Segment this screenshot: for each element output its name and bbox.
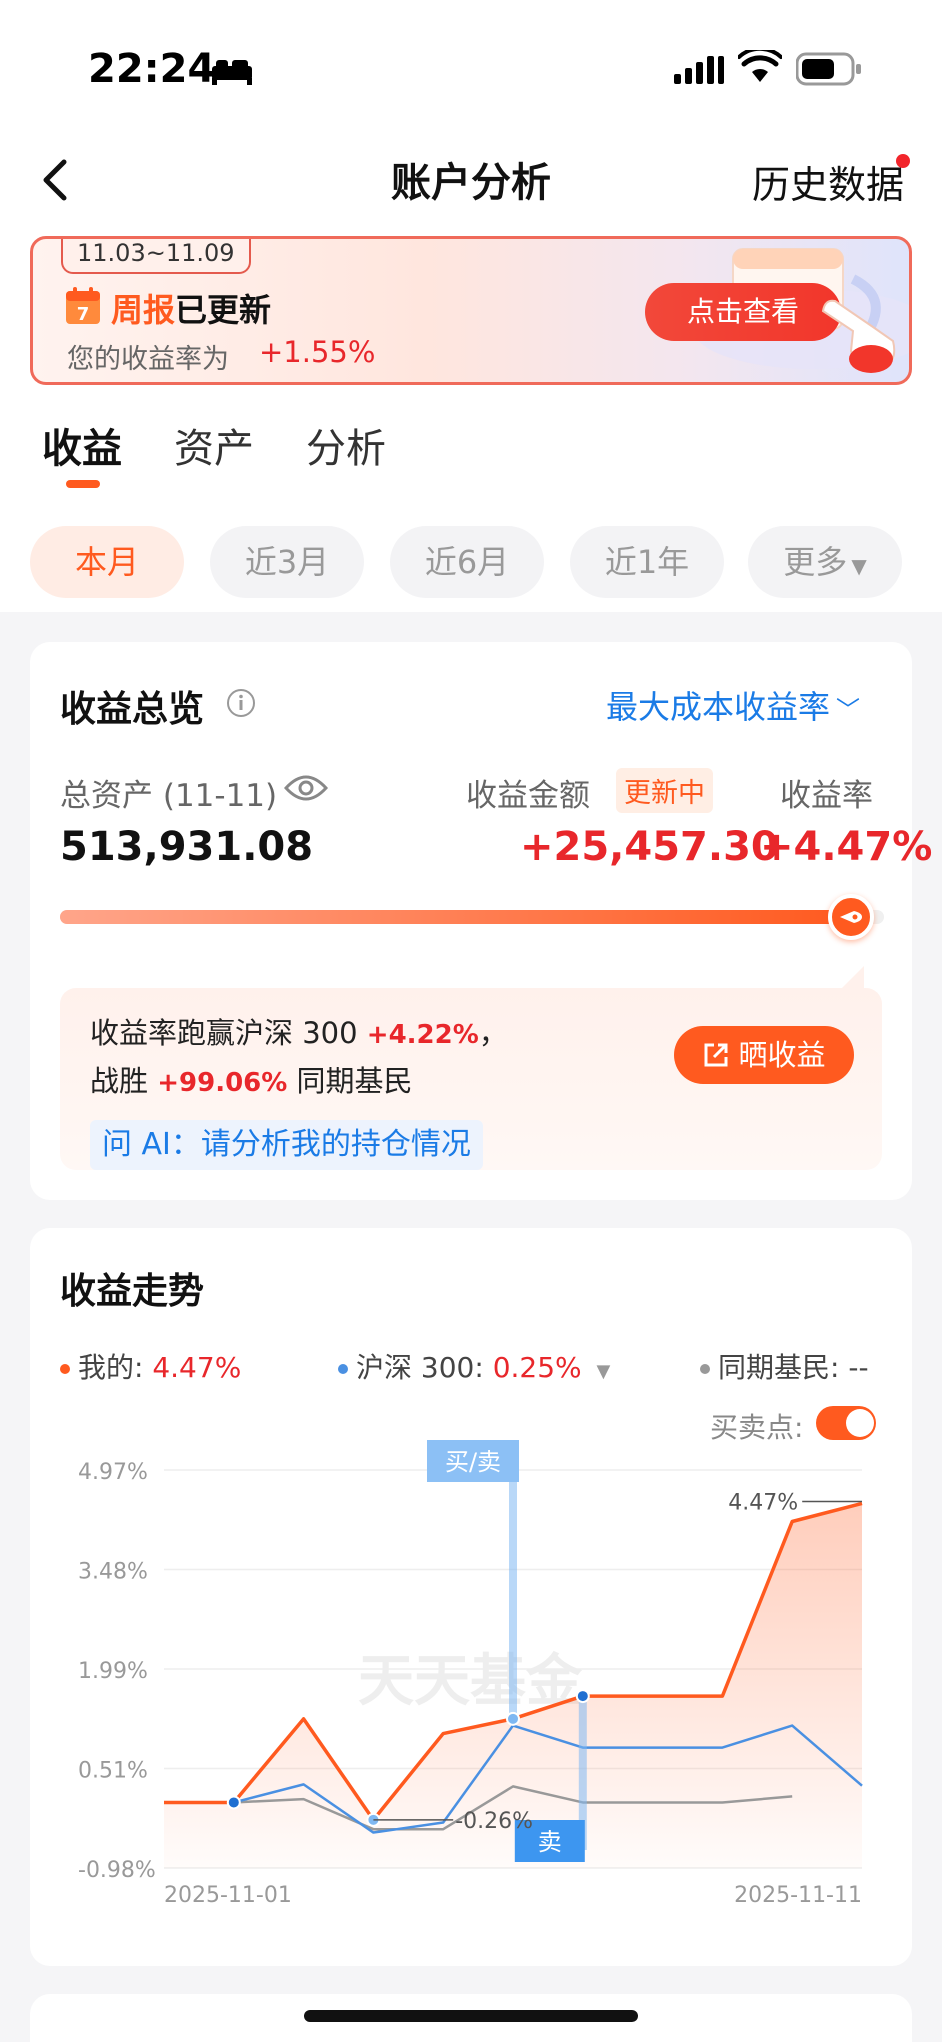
buy-sell-badge-label: 买/卖 <box>445 1448 501 1476</box>
data-point <box>226 1795 241 1810</box>
banner-title: 周报已更新 <box>111 285 271 331</box>
share-profit-button[interactable]: 晒收益 <box>674 1026 854 1084</box>
y-tick-label: -0.98% <box>78 1858 156 1883</box>
history-data-link[interactable]: 历史数据 <box>752 154 904 209</box>
period-6-months[interactable]: 近6月 <box>390 526 544 598</box>
profit-amount-value: +25,457.30 <box>520 824 779 870</box>
chevron-down-icon: ﹀ <box>836 696 861 724</box>
progress-fill <box>60 910 851 924</box>
calendar-icon: 7 <box>66 287 100 325</box>
share-label: 晒收益 <box>738 1038 826 1072</box>
total-assets-value: 513,931.08 <box>60 824 314 870</box>
compare-comma: ， <box>478 1016 508 1050</box>
ai-prompt-chip[interactable]: 问 AI：请分析我的持仓情况 <box>90 1120 483 1170</box>
trend-title: 收益走势 <box>60 1271 205 1312</box>
compare-text-3: 同期基民 <box>296 1064 413 1098</box>
compare-line-2: 战胜 +99.06% 同期基民 <box>90 1058 413 1100</box>
triangle-down-icon: ▼ <box>596 1361 611 1382</box>
period-this-month[interactable]: 本月 <box>30 526 184 598</box>
legend-hs300[interactable]: 沪深 300: 0.25% ▼ <box>338 1346 610 1386</box>
y-tick-label: 1.99% <box>78 1659 148 1684</box>
banner-title-highlight: 周报 <box>111 291 176 329</box>
rate-type-selector[interactable]: 最大成本收益率 ﹀ <box>606 682 860 728</box>
calendar-day: 7 <box>77 304 90 325</box>
overview-title: 收益总览 <box>60 689 205 730</box>
rate-value: +4.47% <box>760 824 933 870</box>
sleep-mode-icon <box>212 60 252 85</box>
compare-text-2: 战胜 <box>90 1064 149 1098</box>
chevron-down-icon: ▼ <box>851 554 867 578</box>
period-more[interactable]: 更多 ▼ <box>748 526 902 598</box>
wifi-icon <box>738 50 782 82</box>
legend-mine-label: 我的: <box>78 1351 153 1384</box>
active-tab-indicator <box>66 480 100 488</box>
min-label: -0.26% <box>455 1809 533 1834</box>
watermark: 天天基金 <box>358 1649 583 1714</box>
info-icon[interactable] <box>226 688 256 718</box>
weekly-report-banner[interactable]: 11.03~11.09 7 周报已更新 您的收益率为 +1.55% 点击查看 <box>30 236 912 385</box>
buy-sell-marker-line <box>509 1456 517 1719</box>
cellular-signal-icon <box>674 56 724 84</box>
battery-icon <box>796 52 861 86</box>
y-tick-label: 4.97% <box>78 1460 148 1485</box>
toggle-knob <box>846 1409 874 1437</box>
y-tick-label: 3.48% <box>78 1560 148 1585</box>
banner-subtitle: 您的收益率为 <box>67 344 229 375</box>
legend-hs300-value: 0.25% <box>492 1351 582 1384</box>
rate-type-label: 最大成本收益率 <box>606 688 831 726</box>
rate-label: 收益率 <box>780 778 873 814</box>
compare-pointer <box>842 966 864 988</box>
period-more-label: 更多 <box>783 543 848 581</box>
tab-assets[interactable]: 资产 <box>174 416 254 474</box>
compare-peer-value: +99.06% <box>157 1068 288 1098</box>
compare-hs300-value: +4.22% <box>366 1020 479 1050</box>
sell-point <box>575 1689 590 1704</box>
notification-dot <box>896 154 910 168</box>
legend-peer-value: -- <box>848 1351 869 1384</box>
tab-analysis[interactable]: 分析 <box>306 416 386 474</box>
total-assets-label: 总资产 (11-11) <box>60 778 278 814</box>
compare-text: 收益率跑赢沪深 300 <box>90 1016 358 1050</box>
compare-line-1: 收益率跑赢沪深 300 +4.22%， <box>90 1010 508 1052</box>
eye-icon[interactable] <box>284 772 328 804</box>
trend-chart: 天天基金 4.97% 3.48% 1.99% 0.51% -0.98% 2025-11-… <box>78 1440 863 1908</box>
x-tick-label: 2025-11-11 <box>734 1883 862 1908</box>
rocket-icon <box>828 894 874 940</box>
period-1-year[interactable]: 近1年 <box>570 526 724 598</box>
banner-rate: +1.55% <box>259 335 376 369</box>
pointing-hand-icon <box>821 299 896 373</box>
y-tick-label: 0.51% <box>78 1759 148 1784</box>
status-time: 22:24 <box>88 46 216 92</box>
legend-mine: 我的: 4.47% <box>60 1346 241 1386</box>
end-label: 4.47% <box>728 1490 798 1515</box>
share-icon <box>704 1043 728 1067</box>
home-indicator <box>304 2010 638 2022</box>
date-range-tag: 11.03~11.09 <box>61 239 251 274</box>
banner-title-rest: 已更新 <box>175 291 272 329</box>
tab-profit[interactable]: 收益 <box>42 416 122 474</box>
legend-hs300-label: 沪深 300: <box>356 1351 493 1384</box>
legend-peer-label: 同期基民: <box>718 1351 849 1384</box>
sell-badge-label: 卖 <box>538 1828 562 1856</box>
legend-mine-value: 4.47% <box>152 1351 242 1384</box>
buy-point <box>506 1711 520 1726</box>
x-tick-label: 2025-11-01 <box>164 1883 292 1908</box>
view-report-button[interactable]: 点击查看 <box>645 283 841 341</box>
updating-badge: 更新中 <box>616 768 713 813</box>
profit-amount-label: 收益金额 <box>466 778 590 814</box>
legend-peer: 同期基民: -- <box>700 1346 869 1386</box>
period-3-months[interactable]: 近3月 <box>210 526 364 598</box>
